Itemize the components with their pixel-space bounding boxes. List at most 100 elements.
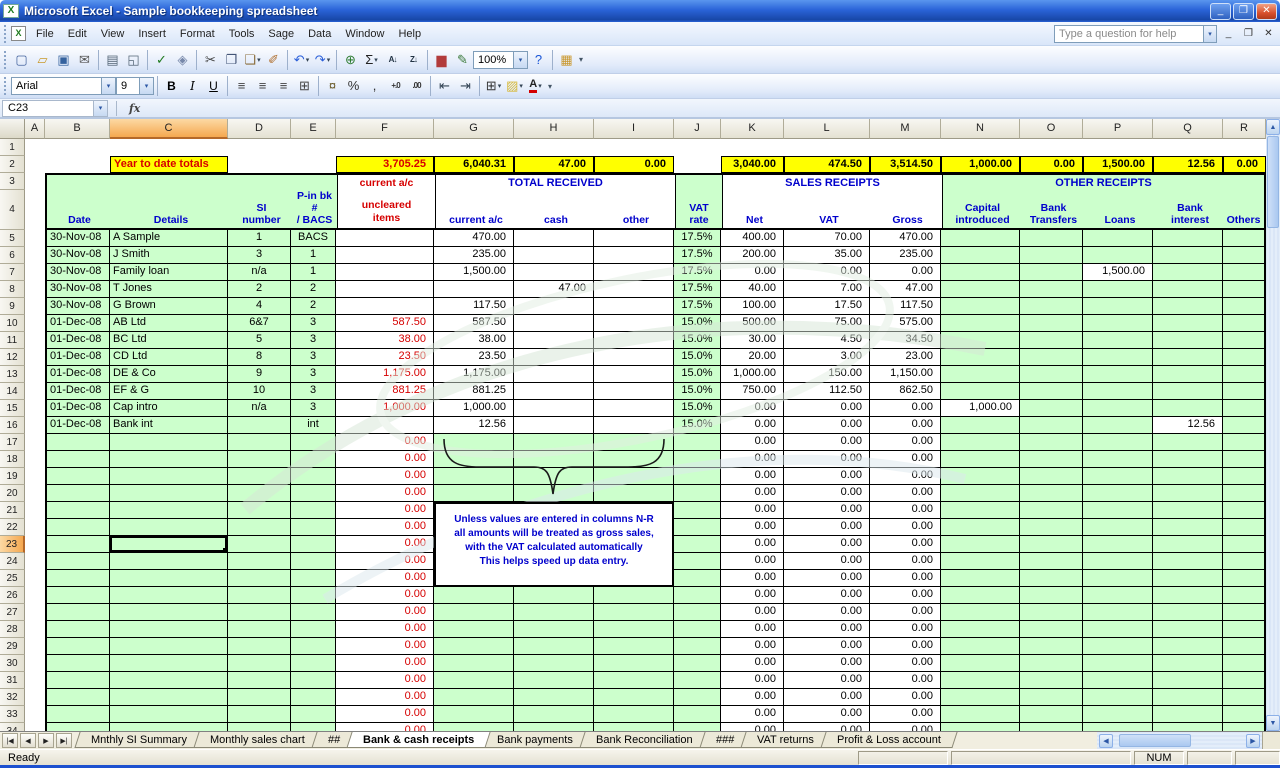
percent-style-button[interactable]: % — [343, 76, 364, 96]
toolbar-drag-handle[interactable] — [4, 25, 7, 43]
row-header-16[interactable]: 16 — [0, 417, 25, 434]
cell-P27[interactable] — [1083, 604, 1153, 621]
cell-P7[interactable]: 1,500.00 — [1083, 264, 1153, 281]
row-header-22[interactable]: 22 — [0, 519, 25, 536]
cell-L29[interactable]: 0.00 — [784, 638, 870, 655]
cell-O7[interactable] — [1020, 264, 1083, 281]
cell-P22[interactable] — [1083, 519, 1153, 536]
cell-C5[interactable]: A Sample — [110, 230, 228, 247]
cell-P5[interactable] — [1083, 230, 1153, 247]
cell-K32[interactable]: 0.00 — [721, 689, 784, 706]
cell-E16[interactable]: int — [291, 417, 336, 434]
cell-Q9[interactable] — [1153, 298, 1223, 315]
cell-A31[interactable] — [25, 672, 45, 689]
cell-O11[interactable] — [1020, 332, 1083, 349]
cell-E20[interactable] — [291, 485, 336, 502]
cell-N2[interactable]: 1,000.00 — [941, 156, 1020, 173]
cell-C2[interactable]: Year to date totals — [110, 156, 228, 173]
cell-A26[interactable] — [25, 587, 45, 604]
cell-F27[interactable]: 0.00 — [336, 604, 434, 621]
cell-P13[interactable] — [1083, 366, 1153, 383]
column-header-R[interactable]: R — [1223, 119, 1266, 139]
cell-A29[interactable] — [25, 638, 45, 655]
cell-R19[interactable] — [1223, 468, 1266, 485]
cell-Q7[interactable] — [1153, 264, 1223, 281]
cell-D8[interactable]: 2 — [228, 281, 291, 298]
cell-P2[interactable]: 1,500.00 — [1083, 156, 1153, 173]
cell-Q22[interactable] — [1153, 519, 1223, 536]
cell-H7[interactable] — [514, 264, 594, 281]
cell-O6[interactable] — [1020, 247, 1083, 264]
cell-D19[interactable] — [228, 468, 291, 485]
cell-R8[interactable] — [1223, 281, 1266, 298]
cell-F9[interactable] — [336, 298, 434, 315]
cell-N10[interactable] — [941, 315, 1020, 332]
cell-P15[interactable] — [1083, 400, 1153, 417]
sheet-tab-vat-returns[interactable]: VAT returns — [740, 732, 830, 748]
header-or-transfers[interactable]: Bank Transfers — [1022, 202, 1085, 226]
cell-I28[interactable] — [594, 621, 674, 638]
cell-M13[interactable]: 1,150.00 — [870, 366, 941, 383]
cell-F17[interactable]: 0.00 — [336, 434, 434, 451]
cell-J28[interactable] — [674, 621, 721, 638]
help-button[interactable]: ? — [528, 50, 549, 70]
cell-E33[interactable] — [291, 706, 336, 723]
menu-insert[interactable]: Insert — [131, 25, 173, 43]
cell-D29[interactable] — [228, 638, 291, 655]
cell-P28[interactable] — [1083, 621, 1153, 638]
cell-R28[interactable] — [1223, 621, 1266, 638]
increase-decimal-button[interactable]: +.0 — [385, 76, 406, 96]
cell-L2[interactable]: 474.50 — [784, 156, 870, 173]
cell-M7[interactable]: 0.00 — [870, 264, 941, 281]
cell-I2[interactable]: 0.00 — [594, 156, 674, 173]
cell-A19[interactable] — [25, 468, 45, 485]
cell-O28[interactable] — [1020, 621, 1083, 638]
cell-O27[interactable] — [1020, 604, 1083, 621]
row-header-13[interactable]: 13 — [0, 366, 25, 383]
cell-E8[interactable]: 2 — [291, 281, 336, 298]
header-or-capital[interactable]: Capital introduced — [943, 202, 1022, 226]
cell-P26[interactable] — [1083, 587, 1153, 604]
cell-D20[interactable] — [228, 485, 291, 502]
cell-Q14[interactable] — [1153, 383, 1223, 400]
cell-C21[interactable] — [110, 502, 228, 519]
cell-M32[interactable]: 0.00 — [870, 689, 941, 706]
cell-L33[interactable]: 0.00 — [784, 706, 870, 723]
cell-C6[interactable]: J Smith — [110, 247, 228, 264]
cell-E29[interactable] — [291, 638, 336, 655]
cell-N34[interactable] — [941, 723, 1020, 731]
header-sales-receipts-title[interactable]: SALES RECEIPTS — [723, 175, 942, 189]
cell-A13[interactable] — [25, 366, 45, 383]
cell-N22[interactable] — [941, 519, 1020, 536]
cell-N25[interactable] — [941, 570, 1020, 587]
cell-M23[interactable]: 0.00 — [870, 536, 941, 553]
cell-N11[interactable] — [941, 332, 1020, 349]
cell-Q11[interactable] — [1153, 332, 1223, 349]
cell-Q33[interactable] — [1153, 706, 1223, 723]
cell-L1[interactable] — [784, 139, 870, 156]
cell-A27[interactable] — [25, 604, 45, 621]
cell-O1[interactable] — [1020, 139, 1083, 156]
column-header-C[interactable]: C — [110, 119, 228, 139]
cell-J15[interactable]: 15.0% — [674, 400, 721, 417]
cell-G34[interactable] — [434, 723, 514, 731]
cell-N12[interactable] — [941, 349, 1020, 366]
cell-Q17[interactable] — [1153, 434, 1223, 451]
cell-O19[interactable] — [1020, 468, 1083, 485]
cell-B12[interactable]: 01-Dec-08 — [45, 349, 110, 366]
cell-N31[interactable] — [941, 672, 1020, 689]
column-header-G[interactable]: G — [434, 119, 514, 139]
cell-J32[interactable] — [674, 689, 721, 706]
cell-B7[interactable]: 30-Nov-08 — [45, 264, 110, 281]
cell-O14[interactable] — [1020, 383, 1083, 400]
menu-data[interactable]: Data — [301, 25, 338, 43]
column-header-H[interactable]: H — [514, 119, 594, 139]
row-header-17[interactable]: 17 — [0, 434, 25, 451]
cell-E32[interactable] — [291, 689, 336, 706]
cell-E30[interactable] — [291, 655, 336, 672]
cell-D26[interactable] — [228, 587, 291, 604]
cell-P18[interactable] — [1083, 451, 1153, 468]
tab-scroll-last-icon[interactable]: ▶| — [56, 733, 72, 748]
header-or-others[interactable]: Others — [1225, 214, 1262, 226]
cell-K20[interactable]: 0.00 — [721, 485, 784, 502]
